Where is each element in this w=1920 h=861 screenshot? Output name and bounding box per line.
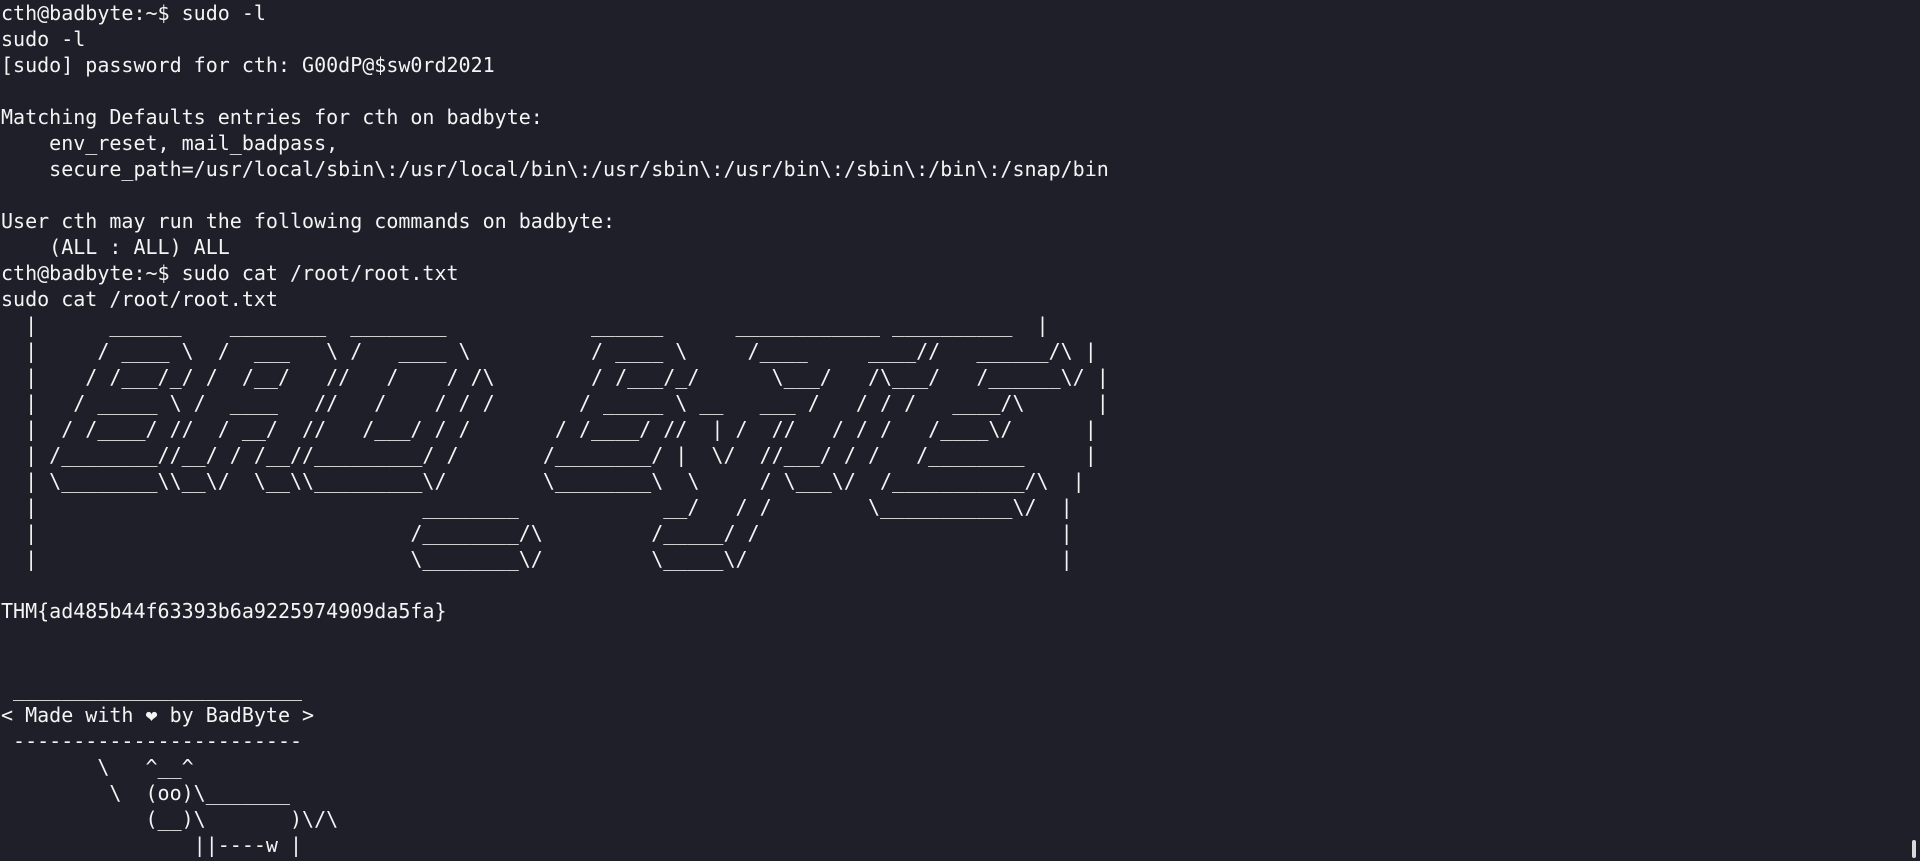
terminal-line: cth@badbyte:~$ sudo -l: [1, 1, 266, 25]
terminal-line: secure_path=/usr/local/sbin\:/usr/local/…: [1, 157, 1109, 181]
terminal-line: \ ^__^: [1, 755, 194, 779]
terminal-line: (ALL : ALL) ALL: [1, 235, 230, 259]
scrollbar-thumb[interactable]: [1912, 840, 1916, 858]
scrollbar[interactable]: [1906, 0, 1920, 861]
terminal-line: ------------------------: [1, 729, 303, 753]
terminal-line: | / /____/ // / __/ // /___/ / / / /____…: [1, 417, 1097, 441]
terminal-line: sudo cat /root/root.txt: [1, 287, 278, 311]
terminal-line: | ______ ________ ________ ______ ______…: [1, 313, 1049, 337]
terminal-line: | \________\\__\/ \__\\_________\/ \____…: [1, 469, 1085, 493]
terminal-line: | ________ __/ / / \___________\/ |: [1, 495, 1073, 519]
terminal-line: sudo -l: [1, 27, 86, 51]
terminal-line: THM{ad485b44f63393b6a9225974909da5fa}: [1, 599, 447, 623]
terminal-line: | / _____ \ / ____ // / / / / / _____ \ …: [1, 391, 1109, 415]
terminal-line: [sudo] password for cth: G00dP@$sw0rd202…: [1, 53, 495, 77]
terminal-line: \ (oo)\_______: [1, 781, 290, 805]
terminal-line: cth@badbyte:~$ sudo cat /root/root.txt: [1, 261, 459, 285]
terminal-line: env_reset, mail_badpass,: [1, 131, 339, 155]
terminal-output: cth@badbyte:~$ sudo -l sudo -l [sudo] pass…: [1, 0, 1109, 861]
terminal-line: | / ____ \ / ___ \ / ____ \ / ____ \ /__…: [1, 339, 1097, 363]
terminal-line: ________________________: [1, 677, 303, 701]
terminal-line: ||----w |: [1, 833, 303, 857]
terminal-line: < Made with ❤ by BadByte >: [1, 703, 315, 727]
terminal-line: | /________/\ /_____/ / |: [1, 521, 1073, 545]
terminal-line: User cth may run the following commands …: [1, 209, 616, 233]
terminal-line: | \________\/ \_____\/ |: [1, 547, 1073, 571]
terminal-window[interactable]: cth@badbyte:~$ sudo -l sudo -l [sudo] pass…: [0, 0, 1906, 861]
terminal-line: | / /___/_/ / /__/ // / / /\ / /___/_/ \…: [1, 365, 1109, 389]
terminal-line: | /________//__/ / /__//_________/ / /__…: [1, 443, 1097, 467]
terminal-line: (__)\ )\/\: [1, 807, 339, 831]
terminal-line: Matching Defaults entries for cth on bad…: [1, 105, 543, 129]
